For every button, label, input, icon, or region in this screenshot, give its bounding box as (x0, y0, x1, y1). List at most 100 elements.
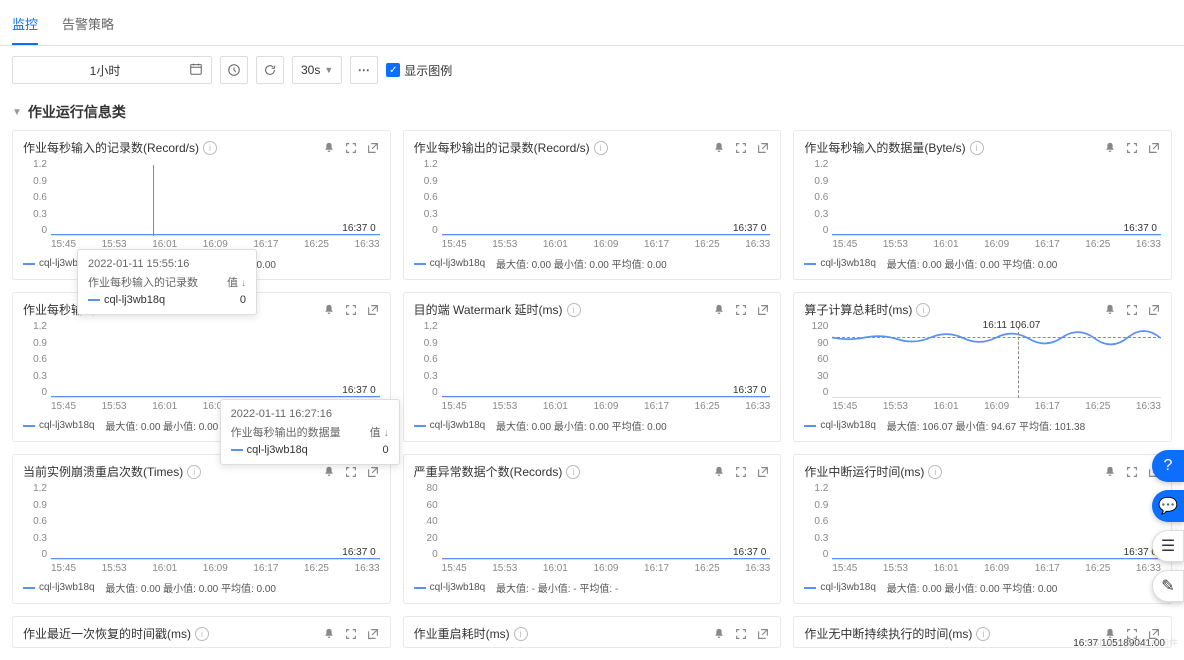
bell-icon[interactable] (1103, 465, 1117, 479)
info-icon[interactable]: i (594, 141, 608, 155)
panel-title: 作业每秒输出的记录数(Record/s) (414, 139, 590, 156)
popup-icon[interactable] (1147, 141, 1161, 155)
info-icon[interactable]: i (970, 141, 984, 155)
bell-icon[interactable] (322, 141, 336, 155)
info-icon[interactable]: i (187, 465, 201, 479)
bell-icon[interactable] (322, 303, 336, 317)
bell-icon[interactable] (712, 303, 726, 317)
expand-icon[interactable] (344, 141, 358, 155)
popup-icon[interactable] (756, 465, 770, 479)
bell-icon[interactable] (712, 627, 726, 641)
panel-title: 目的端 Watermark 延时(ms) (414, 301, 563, 318)
panel-input-records: 作业每秒输入的记录数(Record/s) i 1.20.90.60.30 16:3… (12, 130, 391, 280)
popup-icon[interactable] (366, 141, 380, 155)
toolbar: 1小时 30s ▼ ⋯ ✓ 显示图例 (0, 46, 1184, 94)
panel-title: 作业无中断持续执行的时间(ms) (804, 625, 972, 642)
time-range-value: 1小时 (21, 62, 189, 79)
toc-fab[interactable]: ☰ (1152, 530, 1184, 562)
calendar-icon (189, 62, 203, 79)
panel-restart-duration: 作业重启耗时(ms) i (403, 616, 782, 648)
panel-title: 作业每秒输入的记录数(Record/s) (23, 139, 199, 156)
tab-alert-policy[interactable]: 告警策略 (62, 8, 114, 45)
expand-icon[interactable] (734, 627, 748, 641)
bell-icon[interactable] (712, 465, 726, 479)
bell-icon[interactable] (322, 627, 336, 641)
show-legend-label: 显示图例 (404, 62, 452, 79)
panel-title: 算子计算总耗时(ms) (804, 301, 912, 318)
panel-title: 作业最近一次恢复的时间戳(ms) (23, 625, 191, 642)
info-icon[interactable]: i (514, 627, 528, 641)
popup-icon[interactable] (756, 303, 770, 317)
panel-output-records: 作业每秒输出的记录数(Record/s) i 1.20.90.60.30 16:3… (403, 130, 782, 280)
plot-area (832, 327, 1161, 398)
time-range-select[interactable]: 1小时 (12, 56, 212, 84)
info-icon[interactable]: i (567, 303, 581, 317)
chart[interactable]: 1.20.90.60.30 16:37 0 15:4515:5316:0116:… (414, 160, 771, 250)
refresh-button[interactable] (256, 56, 284, 84)
expand-icon[interactable] (1125, 303, 1139, 317)
info-icon[interactable]: i (203, 141, 217, 155)
chart[interactable]: 1.20.90.60.30 16:37 0 15:4515:5316:0116:… (414, 322, 771, 412)
popup-icon[interactable] (366, 303, 380, 317)
sort-icon[interactable]: ↓ (241, 278, 246, 289)
section-header[interactable]: ▼ 作业运行信息类 (0, 94, 1184, 130)
hover-label: 16:11 106.07 (983, 320, 1041, 331)
bell-icon[interactable] (1103, 303, 1117, 317)
sort-icon[interactable]: ↓ (384, 428, 389, 439)
chart[interactable]: 1209060300 16:11 106.07 15:4515:5316:011… (804, 322, 1161, 412)
tabs: 监控 告警策略 (0, 0, 1184, 46)
chart[interactable]: 1.20.90.60.30 16:37 0 15:4515:5316:0116:… (804, 484, 1161, 574)
cursor-line (1018, 327, 1019, 398)
panel-input-bytes: 作业每秒输入的数据量(Byte/s) i 1.20.90.60.30 16:37 … (793, 130, 1172, 280)
panel-downtime: 作业中断运行时间(ms)i 1.20.90.60.30 16:37 0 15:4… (793, 454, 1172, 604)
chat-fab[interactable]: 💬 (1152, 490, 1184, 522)
popup-icon[interactable] (366, 627, 380, 641)
info-icon[interactable]: i (928, 465, 942, 479)
help-fab[interactable]: ? (1152, 450, 1184, 482)
panel-crash-restarts: 当前实例崩溃重启次数(Times)i 1.20.90.60.30 16:37 0… (12, 454, 391, 604)
expand-icon[interactable] (734, 303, 748, 317)
chart[interactable]: 806040200 16:37 0 15:4515:5316:0116:0916… (414, 484, 771, 574)
end-label: 16:37 0 (342, 223, 375, 234)
panel-watermark-delay: 目的端 Watermark 延时(ms) i 1.20.90.60.30 16:3… (403, 292, 782, 442)
bell-icon[interactable] (712, 141, 726, 155)
chart[interactable]: 1.20.90.60.30 16:37 0 15:4515:5316:0116:… (23, 160, 380, 250)
info-icon[interactable]: i (976, 627, 990, 641)
popup-icon[interactable] (756, 627, 770, 641)
panel-title: 作业每秒输入的数据量(Byte/s) (804, 139, 965, 156)
expand-icon[interactable] (734, 465, 748, 479)
info-icon[interactable]: i (195, 627, 209, 641)
tooltip: 2022-01-11 16:27:16 作业每秒输出的数据量值↓ cql-lj3… (220, 399, 400, 465)
info-icon[interactable]: i (916, 303, 930, 317)
info-icon[interactable]: i (566, 465, 580, 479)
section-title: 作业运行信息类 (28, 102, 126, 122)
y-axis: 1.20.90.60.30 (23, 160, 47, 236)
popup-icon[interactable] (1147, 303, 1161, 317)
panel-title: 严重异常数据个数(Records) (414, 463, 563, 480)
tooltip-time: 2022-01-11 15:55:16 (88, 258, 246, 270)
plot-area (51, 165, 380, 236)
series-line (832, 327, 1161, 397)
caret-down-icon: ▼ (12, 107, 22, 118)
popup-icon[interactable] (756, 141, 770, 155)
expand-icon[interactable] (1125, 465, 1139, 479)
chart[interactable]: 1.20.90.60.30 16:37 0 15:4515:5316:0116:… (804, 160, 1161, 250)
panel-severe-exception-records: 严重异常数据个数(Records)i 806040200 16:37 0 15:… (403, 454, 782, 604)
expand-icon[interactable] (1125, 141, 1139, 155)
tooltip: 2022-01-11 15:55:16 作业每秒输入的记录数值↓ cql-lj3… (77, 249, 257, 315)
expand-icon[interactable] (344, 465, 358, 479)
bell-icon[interactable] (322, 465, 336, 479)
bell-icon[interactable] (1103, 141, 1117, 155)
feedback-fab[interactable]: ✎ (1152, 570, 1184, 602)
expand-icon[interactable] (734, 141, 748, 155)
tab-monitor[interactable]: 监控 (12, 8, 38, 45)
expand-icon[interactable] (344, 303, 358, 317)
refresh-interval-select[interactable]: 30s ▼ (292, 56, 342, 84)
panel-title: 作业重启耗时(ms) (414, 625, 510, 642)
history-button[interactable] (220, 56, 248, 84)
popup-icon[interactable] (366, 465, 380, 479)
more-button[interactable]: ⋯ (350, 56, 378, 84)
expand-icon[interactable] (344, 627, 358, 641)
chart[interactable]: 1.20.90.60.30 16:37 0 15:4515:5316:0116:… (23, 484, 380, 574)
show-legend-checkbox[interactable]: ✓ 显示图例 (386, 62, 452, 79)
